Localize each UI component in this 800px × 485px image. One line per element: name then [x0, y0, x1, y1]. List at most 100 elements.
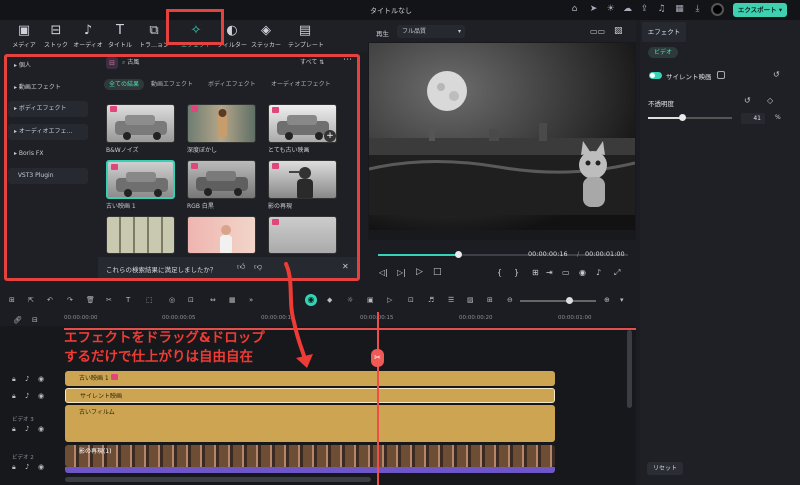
export-button[interactable]: エクスポート ▾: [733, 3, 787, 17]
track-lock-icon[interactable]: 🔒︎: [12, 425, 16, 434]
subtab-video[interactable]: ビデオ: [648, 47, 678, 58]
mark-in-icon[interactable]: {: [497, 268, 502, 277]
tab-audio[interactable]: ♪ オーディオ: [72, 20, 104, 52]
track-audio-icon[interactable]: ♪: [25, 463, 29, 471]
keyframe-icon[interactable]: ◇: [767, 96, 773, 105]
stretch-icon[interactable]: ⇔: [210, 296, 216, 304]
volume-icon[interactable]: ♪: [596, 268, 601, 277]
avatar[interactable]: [711, 3, 724, 16]
track-lock-icon[interactable]: 🔒︎: [12, 375, 16, 384]
headset-icon[interactable]: ♫: [656, 4, 667, 15]
title-icon: T: [116, 23, 124, 38]
zoom-slider[interactable]: [520, 300, 596, 302]
delete-icon[interactable]: 🗑︎: [86, 296, 95, 304]
clip-old-movie-1[interactable]: 古い映画 1: [65, 371, 555, 386]
effect-checkbox[interactable]: [717, 71, 725, 79]
sun-icon[interactable]: ☼: [347, 296, 353, 304]
effect-toggle[interactable]: [649, 72, 662, 79]
prev-frame-icon[interactable]: ◁|: [379, 268, 388, 277]
track-audio-icon[interactable]: ♪: [25, 425, 29, 433]
audio-icon: ♪: [83, 23, 93, 38]
select-tool-icon[interactable]: ⇱: [28, 296, 34, 304]
track-lock-icon[interactable]: 🔒︎: [12, 463, 16, 472]
track-audio-icon[interactable]: ♪: [25, 375, 29, 383]
zoom-slider-knob[interactable]: [566, 297, 573, 304]
shield-icon[interactable]: ◆: [327, 296, 332, 304]
play-icon[interactable]: ▷: [416, 267, 423, 277]
upload-icon[interactable]: ⇪: [639, 4, 650, 15]
track-lock-icon[interactable]: 🔒︎: [12, 392, 16, 401]
cut-icon[interactable]: ✂: [106, 296, 112, 304]
clip-video-2[interactable]: 影の再現(1): [65, 445, 555, 467]
track-label: ビデオ 2: [12, 455, 34, 461]
grid-icon[interactable]: ▦: [674, 4, 685, 15]
fullscreen-icon[interactable]: ⤢: [614, 268, 620, 278]
add-track-icon[interactable]: ⊟: [32, 316, 38, 324]
image-track-icon[interactable]: ▨: [467, 296, 474, 304]
track-audio-icon[interactable]: ♪: [25, 392, 29, 400]
clip-silent-movie[interactable]: サイレント映画: [65, 388, 555, 403]
playhead-handle[interactable]: ✂: [371, 349, 384, 367]
text-icon[interactable]: T: [126, 296, 130, 304]
mark-out-icon[interactable]: }: [514, 268, 519, 277]
stop-icon[interactable]: □: [433, 267, 442, 277]
timeline-menu-icon[interactable]: ▾: [620, 296, 624, 304]
cloud-icon[interactable]: ☁: [622, 4, 633, 15]
track-eye-icon[interactable]: ◉: [38, 463, 44, 471]
download-icon[interactable]: ⤓: [692, 4, 703, 15]
opacity-input[interactable]: 41: [741, 113, 765, 124]
grid-track-icon[interactable]: ⊞: [487, 296, 493, 304]
camera-icon[interactable]: ◉: [579, 268, 586, 277]
premium-gem-icon: [110, 374, 118, 380]
mic-icon[interactable]: ♬: [428, 296, 434, 304]
color-icon[interactable]: ◎: [169, 296, 175, 304]
reset-button[interactable]: リセット: [647, 462, 683, 475]
tab-sticker[interactable]: ◈ ステッカー: [250, 20, 282, 52]
track-eye-icon[interactable]: ◉: [38, 392, 44, 400]
track-eye-icon[interactable]: ◉: [38, 425, 44, 433]
clip-old-film[interactable]: 古いフィルム: [65, 405, 555, 442]
zoom-out-icon[interactable]: ⊖: [507, 296, 513, 304]
image-icon[interactable]: ▨: [614, 26, 623, 36]
timeline-hscrollbar[interactable]: [65, 477, 371, 482]
effects-highlight-box: [4, 54, 360, 281]
split-icon[interactable]: ⇥: [546, 268, 553, 277]
track-label: ビデオ 3: [12, 417, 34, 423]
gift-icon[interactable]: ⌂: [569, 4, 580, 15]
compare-icon[interactable]: ▭▭: [590, 27, 605, 36]
playback-controls: [368, 240, 636, 288]
play-circle-icon[interactable]: ▷: [387, 296, 392, 304]
bulb-icon[interactable]: ☀: [605, 4, 616, 15]
tab-title[interactable]: T タイトル: [104, 20, 136, 52]
playback-scrubber[interactable]: [455, 251, 462, 258]
reset-icon[interactable]: ↺: [773, 70, 780, 79]
timeline-vscrollbar[interactable]: [627, 330, 632, 408]
tab-media[interactable]: ▣ メディア: [8, 20, 40, 52]
green-screen-icon[interactable]: ▦: [229, 296, 236, 304]
promo-line-1: エフェクトをドラッグ&ドロップ: [64, 330, 265, 346]
tab-effects-inspector[interactable]: エフェクト: [642, 22, 686, 42]
snapshot-icon[interactable]: ⊡: [408, 296, 414, 304]
tab-stock[interactable]: ⊟ ストック: [40, 20, 72, 52]
play-reverse-icon[interactable]: ▷|: [397, 268, 406, 277]
undo-icon[interactable]: ↶: [47, 296, 53, 304]
arrow-graphic: [284, 262, 313, 368]
quality-select[interactable]: フル品質 ▾: [397, 25, 465, 38]
snapshot-grid-icon[interactable]: ⊞: [532, 268, 539, 277]
opacity-reset-icon[interactable]: ↺: [744, 96, 751, 105]
monitor-icon[interactable]: ▭: [562, 268, 570, 277]
link-icon[interactable]: 🔗︎: [13, 316, 22, 324]
zoom-in-icon[interactable]: ⊕: [604, 296, 610, 304]
speed-icon[interactable]: ⊡: [188, 296, 194, 304]
redo-icon[interactable]: ↷: [67, 296, 73, 304]
crop-icon[interactable]: ⬚: [146, 296, 153, 304]
send-icon[interactable]: ➤: [588, 4, 599, 15]
playhead[interactable]: [377, 312, 379, 485]
tab-template[interactable]: ▤ テンプレート: [288, 20, 324, 52]
render-icon[interactable]: ▣: [367, 296, 374, 304]
list-icon[interactable]: ☰: [448, 296, 454, 304]
more-tools-icon[interactable]: »: [249, 296, 253, 304]
video-preview: [369, 43, 635, 230]
track-eye-icon[interactable]: ◉: [38, 375, 44, 383]
layout-icon[interactable]: ⊞: [9, 296, 15, 304]
